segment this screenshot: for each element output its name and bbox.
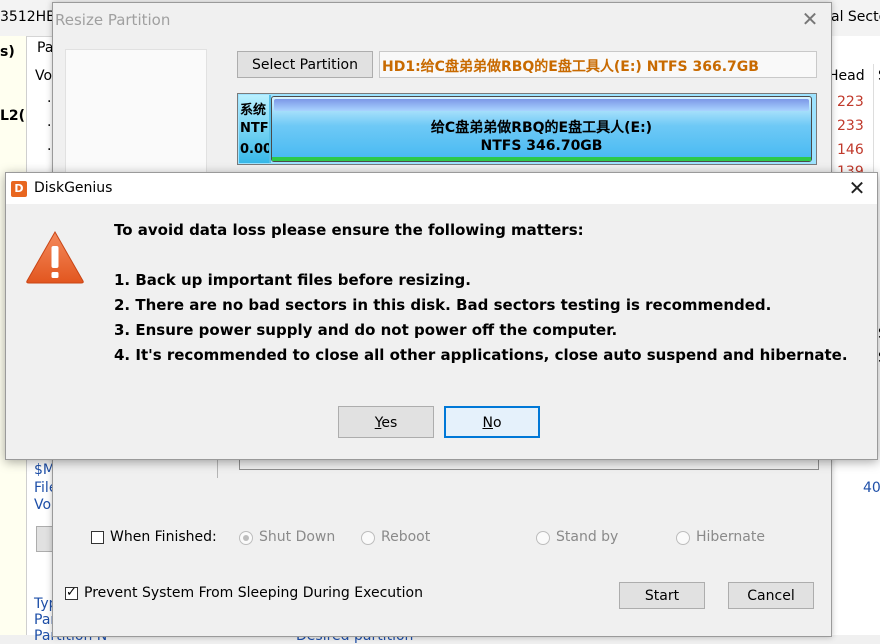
hibernate-radio[interactable]: [676, 531, 690, 545]
cancel-button[interactable]: Cancel: [728, 582, 814, 609]
when-finished-label: When Finished:: [110, 529, 217, 545]
row-bullet-2: ·: [47, 118, 52, 134]
diskgenius-warning-dialog: D DiskGenius ✕ To avoid data loss please…: [5, 172, 878, 460]
tree-text-1: s): [0, 44, 15, 60]
reboot-label: Reboot: [381, 529, 431, 545]
row-bullet-3: ·: [47, 142, 52, 158]
dialog-item-3: 3. Ensure power supply and do not power …: [114, 321, 618, 339]
partition-info-field: HD1:给C盘弟弟做RBQ的E盘工具人(E:) NTFS 366.7GB: [379, 51, 817, 78]
system-partition-block[interactable]: 系统 NTFS 0.000: [239, 95, 271, 163]
dialog-item-4: 4. It's recommended to close all other a…: [114, 346, 848, 364]
head-value: 146: [837, 142, 864, 158]
disk-map-bar: 系统 NTFS 0.000 给C盘弟弟做RBQ的E盘工具人(E:) NTFS 3…: [237, 93, 817, 165]
prevent-sleep-label: Prevent System From Sleeping During Exec…: [84, 585, 423, 601]
dialog-titlebar: D DiskGenius ✕: [6, 173, 877, 204]
stand-by-label: Stand by: [556, 529, 619, 545]
yes-button[interactable]: Yes: [338, 406, 434, 438]
hibernate-label: Hibernate: [696, 529, 765, 545]
sector-header-text: al Sector: [831, 9, 880, 25]
system-partition-fs: NTFS: [240, 121, 269, 136]
warning-icon: [26, 230, 84, 284]
disk-model-text: 3512HBJ: [0, 9, 60, 25]
partition-info-text: HD1:给C盘弟弟做RBQ的E盘工具人(E:) NTFS 366.7GB: [382, 59, 759, 75]
close-icon[interactable]: ✕: [800, 9, 820, 29]
window-title: Resize Partition: [55, 11, 171, 29]
shut-down-label: Shut Down: [259, 529, 336, 545]
select-partition-button[interactable]: Select Partition: [237, 51, 373, 78]
head-value: 233: [837, 118, 864, 134]
dialog-title: DiskGenius: [34, 180, 113, 196]
tree-text-2[interactable]: L2(: [0, 108, 25, 124]
row-bullet-1: ·: [47, 94, 52, 110]
size-value: 40: [863, 480, 880, 496]
dialog-item-1: 1. Back up important files before resizi…: [114, 271, 471, 289]
column-volume-header: Vo: [35, 68, 53, 84]
system-partition-label: 系统: [240, 103, 267, 118]
partition-name: 给C盘弟弟做RBQ的E盘工具人(E:): [430, 120, 653, 136]
when-finished-checkbox[interactable]: [91, 531, 104, 544]
column-head-header: Head: [828, 68, 865, 84]
no-button[interactable]: No: [444, 406, 540, 438]
shut-down-radio[interactable]: [239, 531, 253, 545]
selected-partition-block[interactable]: 给C盘弟弟做RBQ的E盘工具人(E:) NTFS 346.70GB: [271, 96, 812, 162]
dialog-heading: To avoid data loss please ensure the fol…: [114, 221, 584, 239]
tab-partitions[interactable]: Pa: [37, 40, 53, 56]
start-button[interactable]: Start: [619, 582, 705, 609]
diskgenius-app-icon: D: [11, 181, 27, 197]
close-icon[interactable]: ✕: [846, 177, 868, 199]
reboot-radio[interactable]: [361, 531, 375, 545]
prevent-sleep-checkbox[interactable]: [65, 585, 78, 600]
divider: [217, 458, 218, 478]
partition-fs-size: NTFS 346.70GB: [480, 138, 603, 154]
preview-image: [65, 49, 207, 176]
system-partition-size: 0.000: [240, 142, 269, 157]
dialog-item-2: 2. There are no bad sectors in this disk…: [114, 296, 772, 314]
stand-by-radio[interactable]: [536, 531, 550, 545]
head-value: 223: [837, 94, 864, 110]
